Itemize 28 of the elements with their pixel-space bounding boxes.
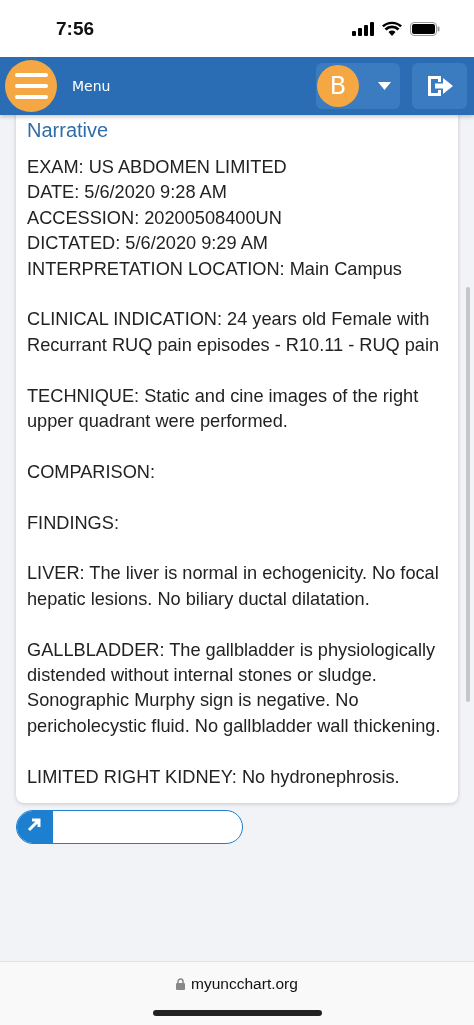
report-text: DICTATED: 5/6/2020 9:29 AM xyxy=(27,232,269,256)
battery-icon xyxy=(410,21,440,36)
report-text: COMPARISON: xyxy=(27,460,156,484)
report-text: LIVER: The liver is normal in echogenicity. No focal hepatic lesions. No biliary ductal dilatation. xyxy=(27,562,440,611)
report-text: INTERPRETATION LOCATION: Main Campus xyxy=(27,257,403,281)
report-text: FINDINGS: xyxy=(27,511,120,535)
report-text: GALLBLADDER: The gallbladder is physiologically distended without internal stones or sludge. Sonographic Murphy sign is negative. No pericholecystic fluid. No gallbladder wall thickening. xyxy=(27,638,442,738)
address-url[interactable]: myuncchart.org xyxy=(191,975,298,993)
menu-link[interactable]: Menu xyxy=(72,78,111,94)
section-heading: Narrative xyxy=(27,118,110,143)
report-text: LIMITED RIGHT KIDNEY: No hydronephrosis. xyxy=(27,765,401,789)
linked-information-button[interactable] xyxy=(16,810,243,845)
logout-button[interactable] xyxy=(412,63,467,109)
lock-icon xyxy=(176,978,186,990)
wifi-icon xyxy=(382,21,402,36)
report-text: TECHNIQUE: Static and cine images of the right upper quadrant were performed. xyxy=(27,384,420,434)
clock-time: 7:56 xyxy=(56,17,95,40)
signal-icon xyxy=(352,21,374,36)
report-text: EXAM: US ABDOMEN LIMITED xyxy=(27,156,288,179)
report-text: CLINICAL INDICATION: 24 years old Female with Recurrant RUQ pain episodes - R10.11 - RUQ pain xyxy=(27,308,441,357)
report-text: DATE: 5/6/2020 9:28 AM xyxy=(27,181,228,205)
report-text: ACCESSION: 20200508400UN xyxy=(27,206,283,230)
avatar: B xyxy=(317,65,359,107)
caret-icon xyxy=(378,82,391,90)
scrollbar[interactable] xyxy=(466,287,470,702)
arrow-icon xyxy=(27,816,43,833)
logout-icon xyxy=(425,74,454,98)
menu-button[interactable] xyxy=(5,60,57,112)
